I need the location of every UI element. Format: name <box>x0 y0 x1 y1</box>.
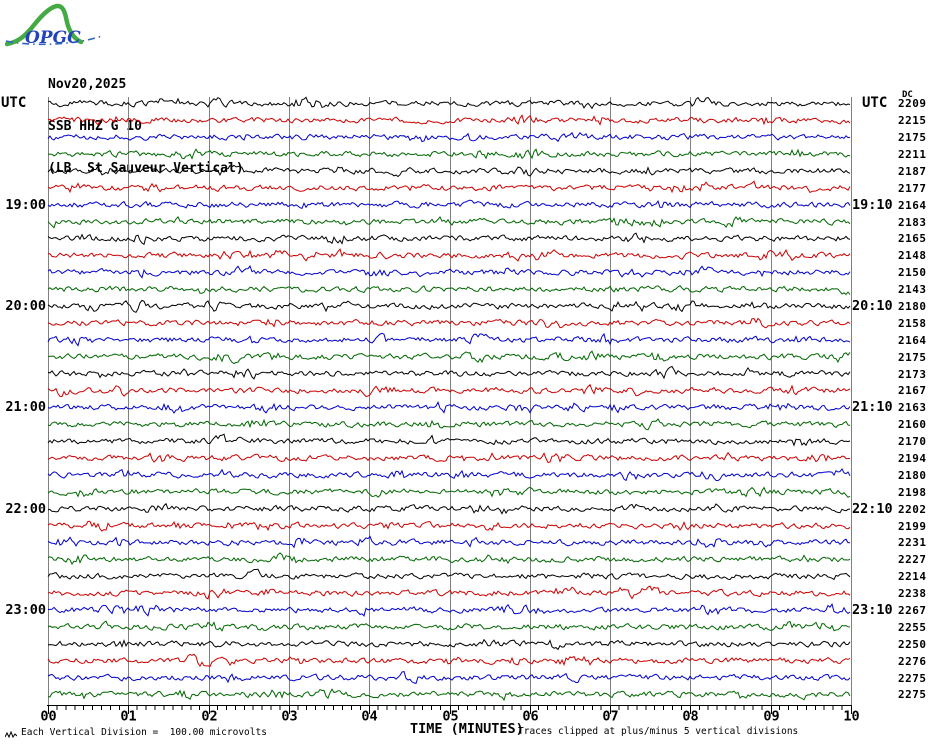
seismogram-trace <box>47 350 851 365</box>
dc-value: 2202 <box>898 502 927 516</box>
dc-value: 2150 <box>898 266 927 280</box>
x-tick-label: 04 <box>361 709 377 725</box>
seismogram-trace <box>47 638 851 651</box>
dc-value: 2143 <box>898 283 927 297</box>
x-tick-label: 02 <box>201 709 217 725</box>
seismogram-trace <box>47 332 851 347</box>
dc-value: 2238 <box>898 587 927 601</box>
seismogram-trace <box>47 653 851 668</box>
vertical-division-note: Each Vertical Division = 100.00 microvol… <box>21 727 267 738</box>
seismogram-trace <box>47 131 851 143</box>
dc-value: 2214 <box>898 570 927 584</box>
dc-value: 2187 <box>898 164 927 178</box>
seismogram-trace <box>47 603 851 617</box>
x-tick-label: 03 <box>281 709 297 725</box>
dc-value: 2170 <box>898 435 927 449</box>
x-tick-label: 07 <box>602 709 618 725</box>
seismogram-trace <box>47 520 851 532</box>
seismogram-trace <box>47 401 851 414</box>
x-tick-label: 00 <box>40 709 56 725</box>
dc-value: 2255 <box>898 620 927 634</box>
time-label-left: 22:00 <box>5 500 46 517</box>
seismogram-trace <box>47 199 851 210</box>
dc-value: 2211 <box>898 147 927 161</box>
seismogram-trace <box>47 535 851 549</box>
dc-value: 2164 <box>898 198 927 212</box>
dc-value: 2198 <box>898 485 927 499</box>
dc-value: 2180 <box>898 468 927 482</box>
dc-value: 2194 <box>898 451 927 465</box>
helicorder-page: OPGC Nov20,2025 SSB HHZ G 10 (LB St Sauv… <box>0 0 930 744</box>
seismogram-trace <box>47 502 851 515</box>
dc-value: 2175 <box>898 350 927 364</box>
time-label-right: 22:10 <box>852 500 893 517</box>
seismogram-trace <box>47 285 851 296</box>
time-label-right: 20:10 <box>852 297 893 314</box>
seismogram-trace <box>47 433 851 447</box>
x-tick-label: 06 <box>522 709 538 725</box>
time-label-right: 21:10 <box>852 399 893 416</box>
seismogram-trace <box>47 317 851 329</box>
seismogram-trace <box>47 620 851 632</box>
seismogram-trace <box>47 670 851 684</box>
seismogram-trace <box>47 383 851 398</box>
dc-value: 2275 <box>898 671 927 685</box>
seismogram-trace <box>48 96 851 110</box>
dc-value: 2209 <box>898 97 927 111</box>
clipping-note: Traces clipped at plus/minus 5 vertical … <box>518 726 799 737</box>
seismogram-trace <box>47 164 851 178</box>
dc-value: 2160 <box>898 418 927 432</box>
time-label-right: 19:10 <box>852 196 893 213</box>
seismogram-trace <box>47 114 851 126</box>
seismogram-trace <box>47 486 851 498</box>
time-label-left: 19:00 <box>5 196 46 213</box>
x-axis-title: TIME (MINUTES) <box>410 721 524 737</box>
seismogram-trace <box>47 468 851 482</box>
seismogram-trace <box>47 215 851 229</box>
seismogram-trace <box>47 148 851 160</box>
x-tick-label: 08 <box>682 709 698 725</box>
dc-value: 2163 <box>898 401 927 415</box>
seismogram-trace <box>47 418 851 431</box>
dc-value: 2158 <box>898 316 927 330</box>
x-tick-label: 10 <box>843 709 859 725</box>
seismogram-trace <box>47 365 851 380</box>
x-tick-label: 01 <box>120 709 136 725</box>
seismogram-trace <box>47 180 851 194</box>
dc-value: 2276 <box>898 654 927 668</box>
dc-value: 2215 <box>898 114 927 128</box>
time-label-left: 21:00 <box>5 399 46 416</box>
time-label-left: 20:00 <box>5 297 46 314</box>
dc-value: 2250 <box>898 637 927 651</box>
x-tick-label: 09 <box>763 709 779 725</box>
dc-value: 2183 <box>898 215 927 229</box>
dc-value: 2231 <box>898 536 927 550</box>
dc-value: 2173 <box>898 367 927 381</box>
microvolt-scale-icon <box>5 730 17 739</box>
dc-value: 2180 <box>898 299 927 313</box>
dc-value: 2167 <box>898 384 927 398</box>
seismogram-trace <box>47 688 851 702</box>
time-label-left: 23:00 <box>5 601 46 618</box>
seismogram-trace <box>47 451 851 464</box>
dc-value: 2199 <box>898 519 927 533</box>
dc-value: 2165 <box>898 232 927 246</box>
time-label-right: 23:10 <box>852 601 893 618</box>
seismogram-trace <box>48 585 851 600</box>
dc-value: 2177 <box>898 181 927 195</box>
dc-value: 2164 <box>898 333 927 347</box>
seismogram-trace <box>47 552 851 565</box>
dc-value: 2267 <box>898 603 927 617</box>
dc-value: 2148 <box>898 249 927 263</box>
dc-value: 2227 <box>898 553 927 567</box>
seismogram-trace <box>47 299 851 313</box>
seismogram-trace <box>47 264 851 279</box>
seismogram-trace <box>47 248 851 262</box>
dc-value: 2175 <box>898 131 927 145</box>
seismogram-trace <box>47 568 851 581</box>
dc-value: 2275 <box>898 688 927 702</box>
seismogram-trace <box>47 232 851 246</box>
seismogram-plot: 00 01 02 03 04 05 06 07 08 09 10 <box>40 96 860 725</box>
